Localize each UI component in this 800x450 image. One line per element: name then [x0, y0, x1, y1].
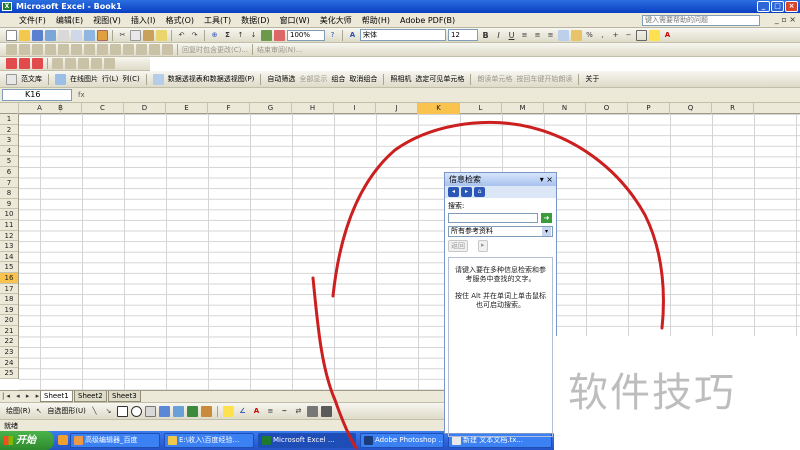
red-annotation-stroke: [311, 120, 665, 450]
excel-window: X Microsoft Excel - Book1 _ □ × 文件(F) 编辑…: [0, 0, 800, 450]
